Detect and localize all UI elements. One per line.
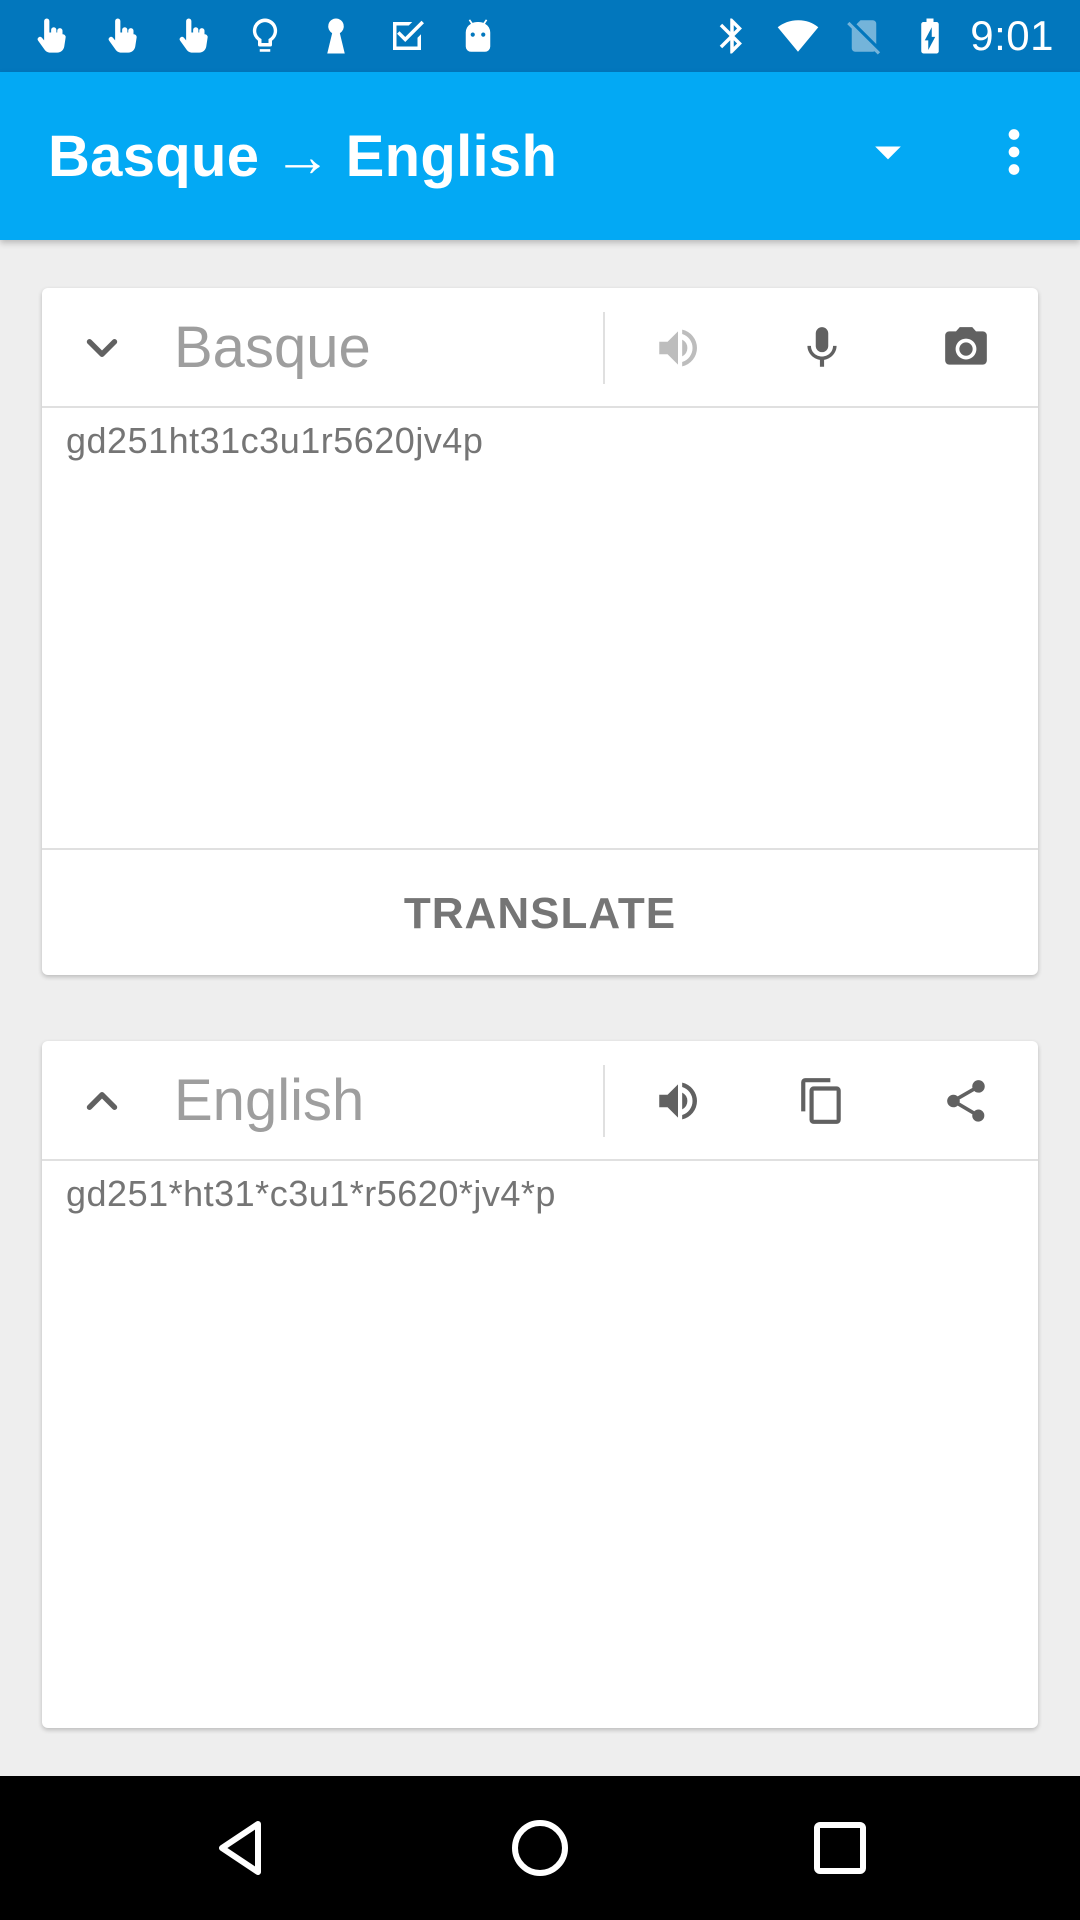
header-divider (603, 1065, 605, 1137)
copy-icon (801, 1078, 841, 1124)
recent-apps-icon (814, 1822, 866, 1874)
chevron-up-icon (86, 1092, 118, 1110)
status-time: 9:01 (970, 12, 1054, 59)
target-language-title: English (345, 123, 558, 189)
more-options-button[interactable] (984, 116, 1044, 188)
source-card: Basque gd251ht31c3u1r5620jv4p TRANSLATE (42, 288, 1038, 975)
target-card-header: English (42, 1041, 1038, 1161)
collapse-source-button[interactable] (72, 318, 132, 378)
notification-icons (30, 12, 527, 60)
more-vert-icon (1008, 129, 1020, 175)
copy-button[interactable] (792, 1071, 852, 1131)
checkbox-check-icon (385, 12, 429, 60)
source-card-header: Basque (42, 288, 1038, 408)
expand-target-button[interactable] (72, 1071, 132, 1131)
source-language-label[interactable]: Basque (174, 310, 371, 386)
microphone-button[interactable] (792, 318, 852, 378)
camera-icon (945, 327, 987, 365)
system-icons: 9:01 (688, 12, 1054, 60)
speaker-icon (659, 1082, 697, 1120)
language-dropdown-button[interactable] (858, 122, 918, 182)
no-sim-icon (842, 12, 886, 60)
language-pair-title[interactable]: Basque → English (48, 123, 557, 190)
back-icon (219, 1821, 261, 1875)
home-button[interactable] (504, 1812, 576, 1884)
header-divider (603, 312, 605, 384)
translate-button[interactable]: TRANSLATE (42, 852, 1038, 975)
navigation-bar (0, 1776, 1080, 1920)
source-speak-button[interactable] (648, 318, 708, 378)
chevron-down-icon (86, 339, 118, 357)
target-speak-button[interactable] (648, 1071, 708, 1131)
source-text-input[interactable]: gd251ht31c3u1r5620jv4p (42, 410, 1038, 850)
wifi-icon (776, 12, 820, 60)
recent-apps-button[interactable] (804, 1812, 876, 1884)
lightbulb-icon (243, 12, 287, 60)
status-bar: 9:01 (0, 0, 1080, 72)
app-bar: Basque → English (0, 72, 1080, 240)
touch-icon (101, 12, 145, 60)
share-icon (947, 1080, 985, 1122)
share-button[interactable] (936, 1071, 996, 1131)
back-button[interactable] (206, 1812, 278, 1884)
touch-icon (30, 12, 74, 60)
battery-charging-icon (908, 12, 952, 60)
source-language-title: Basque (48, 123, 260, 189)
target-card: English gd251*ht31*c3u1*r5620*jv4*p (42, 1041, 1038, 1728)
android-icon (456, 12, 500, 60)
microphone-icon (807, 327, 837, 367)
target-language-label[interactable]: English (174, 1063, 364, 1139)
home-icon (512, 1820, 568, 1876)
touch-icon (172, 12, 216, 60)
translation-output: gd251*ht31*c3u1*r5620*jv4*p (66, 1173, 556, 1214)
speaker-icon (659, 329, 697, 367)
dropdown-arrow-icon (875, 146, 901, 160)
camera-button[interactable] (936, 318, 996, 378)
keyhole-icon (314, 12, 358, 60)
arrow-separator: → (273, 123, 332, 189)
bluetooth-icon (710, 12, 754, 60)
